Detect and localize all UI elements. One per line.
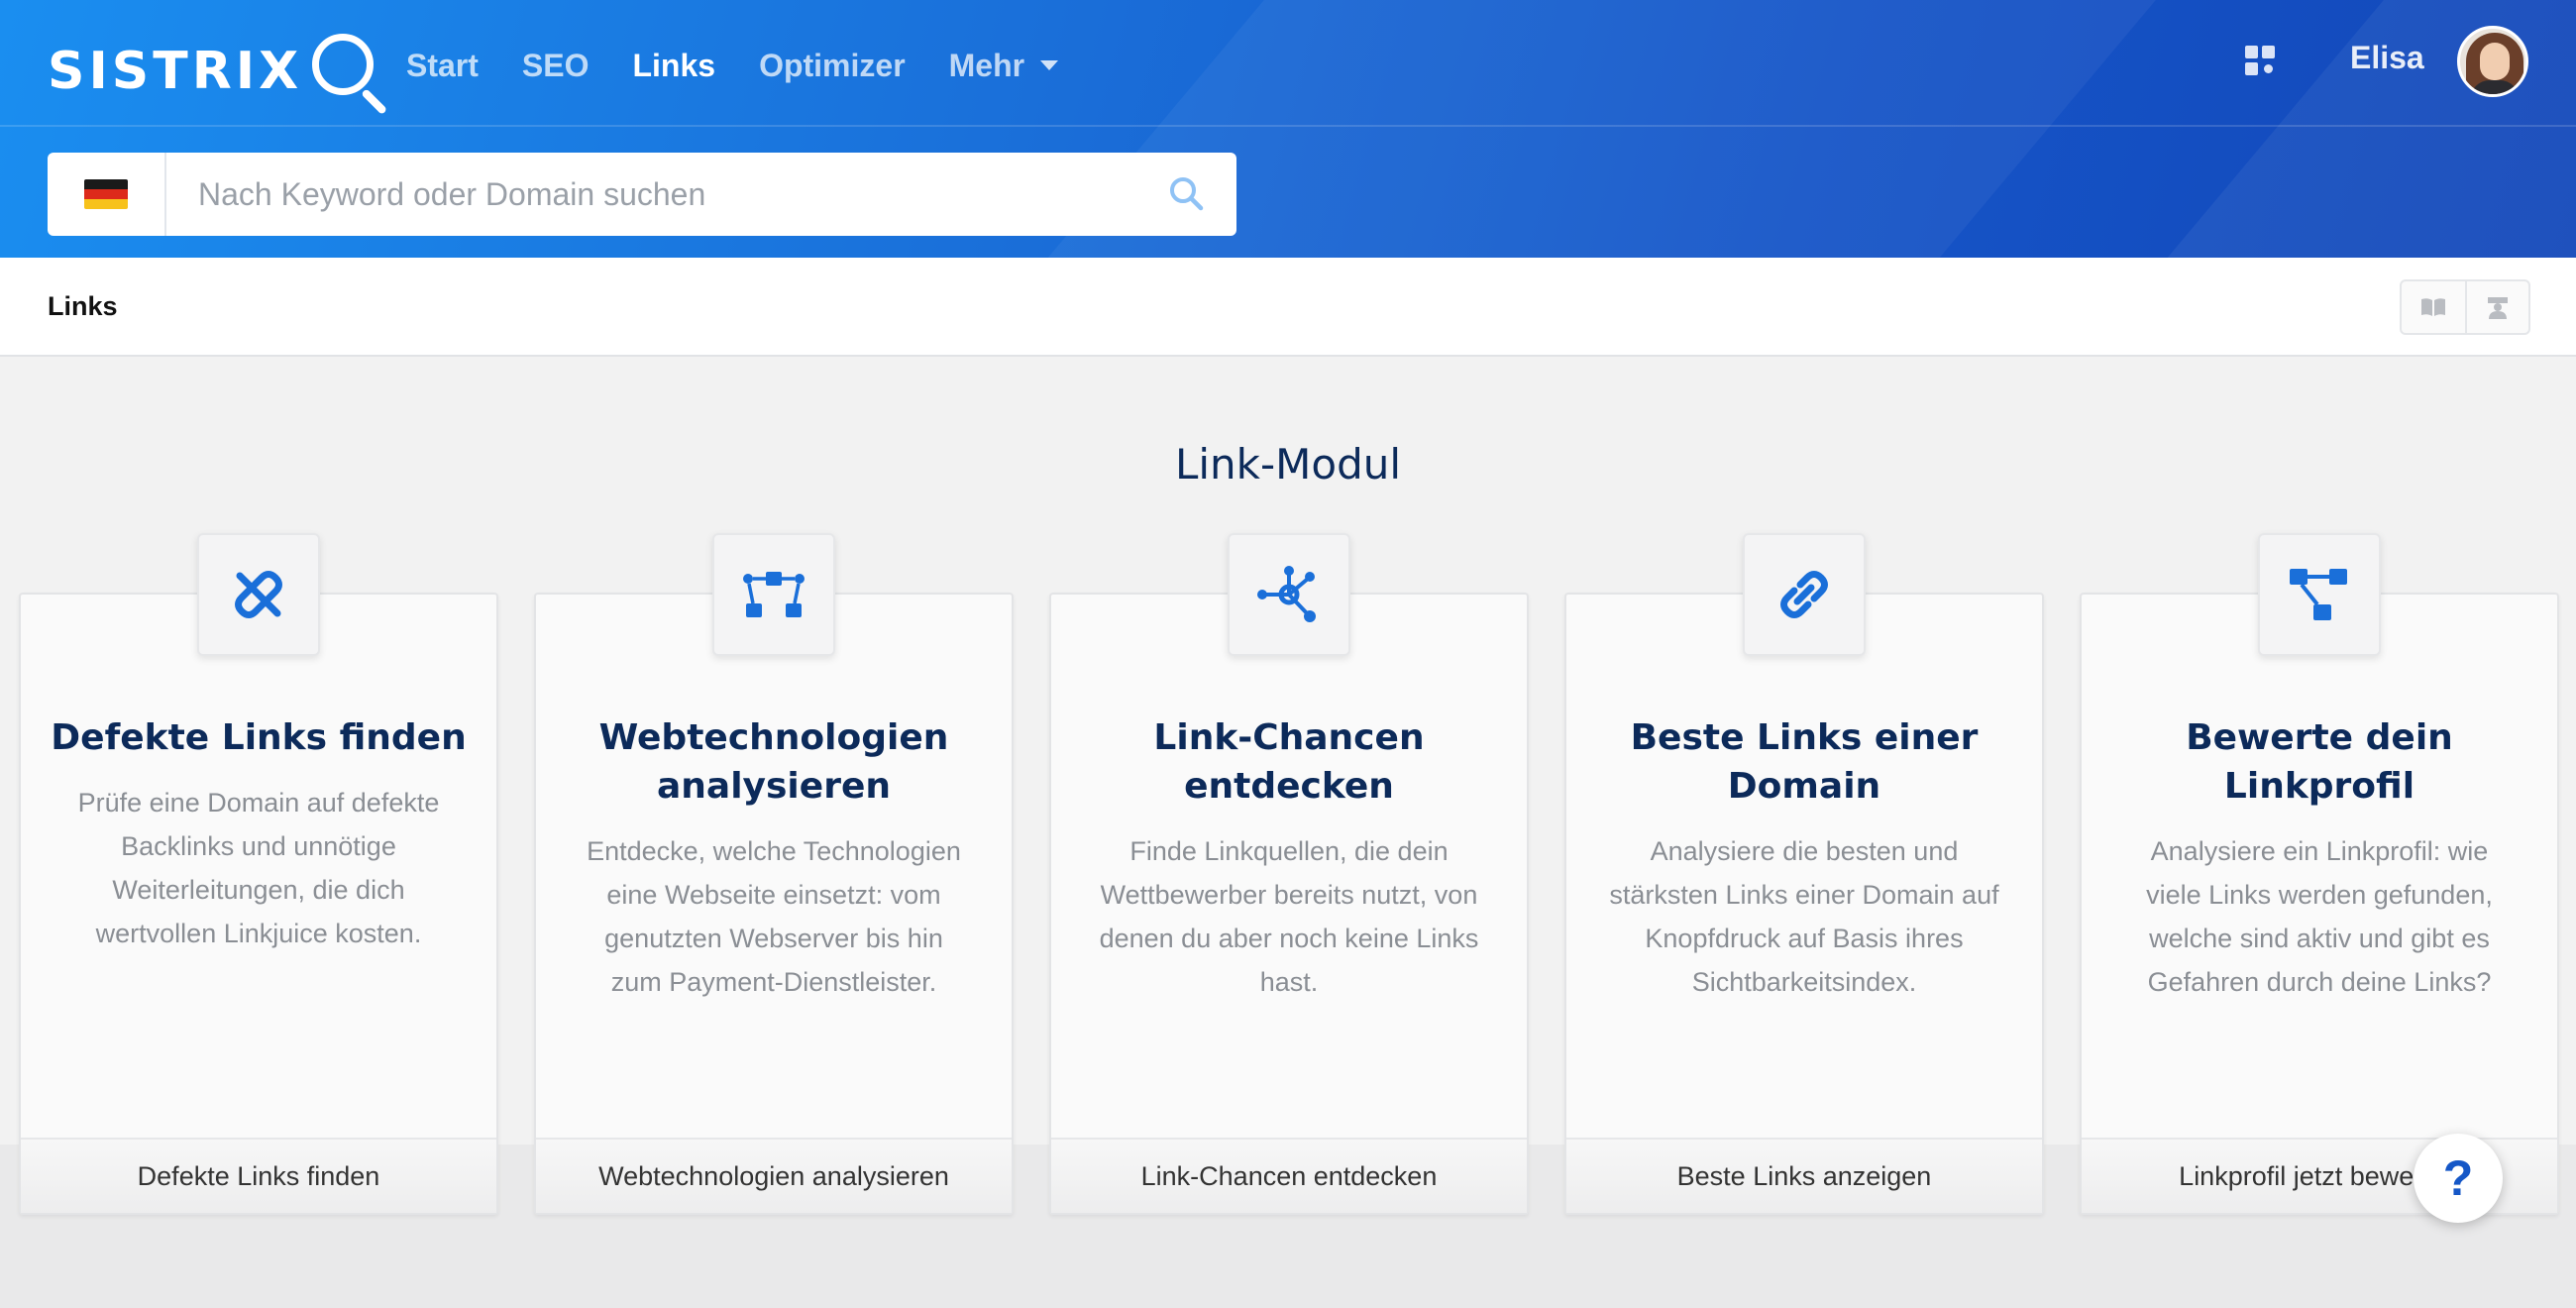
chain-link-icon [1780, 571, 1828, 618]
card-icon-tile [197, 533, 320, 656]
card-description: Finde Linkquellen, die dein Wettbewerber… [1099, 836, 1479, 997]
tech-network-icon [743, 572, 805, 617]
sistrix-logo[interactable]: SISTRIX [48, 30, 388, 116]
apps-grid-icon[interactable] [2245, 46, 2277, 77]
card-description: Prüfe eine Domain auf defekte Backlinks … [77, 788, 440, 948]
nav-item-optimizer[interactable]: Optimizer [759, 38, 906, 93]
main-nav: Start SEO Links Optimizer Mehr [406, 38, 1102, 93]
card-defekte-links: Defekte Links finden Prüfe eine Domain a… [19, 593, 498, 1215]
broken-link-icon [235, 571, 282, 618]
app-header: SISTRIX Start SEO Links Optimizer Mehr E… [0, 0, 2576, 258]
user-name[interactable]: Elisa [2350, 40, 2424, 76]
help-icon: ? [2442, 1150, 2474, 1206]
logo-text: SISTRIX [48, 42, 303, 101]
breadcrumb[interactable]: Links [48, 291, 118, 322]
top-navbar: SISTRIX Start SEO Links Optimizer Mehr E… [0, 0, 2576, 127]
card-icon-tile [2258, 533, 2381, 656]
nav-item-mehr-label: Mehr [948, 48, 1025, 83]
book-icon [2420, 298, 2445, 316]
germany-flag-icon [84, 179, 128, 209]
card-link-chancen: Link-Chancen entdecken Finde Linkquellen… [1049, 593, 1529, 1215]
card-title: Defekte Links finden [51, 717, 467, 758]
link-tree-icon [2290, 569, 2347, 620]
search-icon [1170, 177, 1204, 211]
card-description: Analysiere ein Linkprofil: wie viele Lin… [2146, 836, 2493, 997]
nav-item-start[interactable]: Start [406, 38, 479, 93]
country-selector[interactable] [48, 153, 166, 236]
search-bar [48, 153, 1236, 236]
help-button[interactable]: ? [2414, 1134, 2503, 1223]
card-icon-tile [712, 533, 835, 656]
academy-button[interactable] [2464, 281, 2528, 333]
link-chancen-button[interactable]: Link-Chancen entdecken [1051, 1138, 1527, 1213]
handbook-button[interactable] [2402, 281, 2465, 333]
link-opportunity-icon [1257, 566, 1316, 622]
card-icon-tile [1228, 533, 1350, 656]
card-linkprofil: Bewerte dein Linkprofil Analysiere ein L… [2080, 593, 2559, 1215]
card-title: Link-Chancen entdecken [1153, 717, 1425, 807]
card-title: Bewerte dein Linkprofil [2186, 717, 2453, 807]
webtechnologien-button[interactable]: Webtechnologien analysieren [536, 1138, 1012, 1213]
avatar[interactable] [2457, 26, 2528, 97]
defekte-links-button[interactable]: Defekte Links finden [21, 1138, 496, 1213]
chevron-down-icon [1040, 60, 1059, 70]
card-webtechnologien: Webtechnologien analysieren Entdecke, we… [534, 593, 1014, 1215]
nav-item-links[interactable]: Links [632, 38, 715, 93]
search-input[interactable] [166, 153, 1137, 236]
magnifier-logo-icon [312, 34, 388, 116]
search-button[interactable] [1137, 153, 1236, 236]
graduation-icon [2487, 297, 2508, 319]
breadcrumb-bar: Links [0, 258, 2576, 357]
beste-links-button[interactable]: Beste Links anzeigen [1566, 1138, 2042, 1213]
page-title: Link-Modul [1174, 440, 1402, 489]
card-description: Analysiere die besten und stärksten Link… [1609, 836, 1999, 997]
card-description: Entdecke, welche Technologien eine Webse… [587, 836, 961, 997]
card-title: Beste Links einer Domain [1630, 717, 1979, 807]
card-beste-links: Beste Links einer Domain Analysiere die … [1564, 593, 2044, 1215]
nav-item-mehr[interactable]: Mehr [948, 38, 1059, 93]
nav-item-seo[interactable]: SEO [522, 38, 590, 93]
card-icon-tile [1743, 533, 1866, 656]
page-tools [2400, 279, 2530, 335]
card-title: Webtechnologien analysieren [598, 717, 949, 807]
